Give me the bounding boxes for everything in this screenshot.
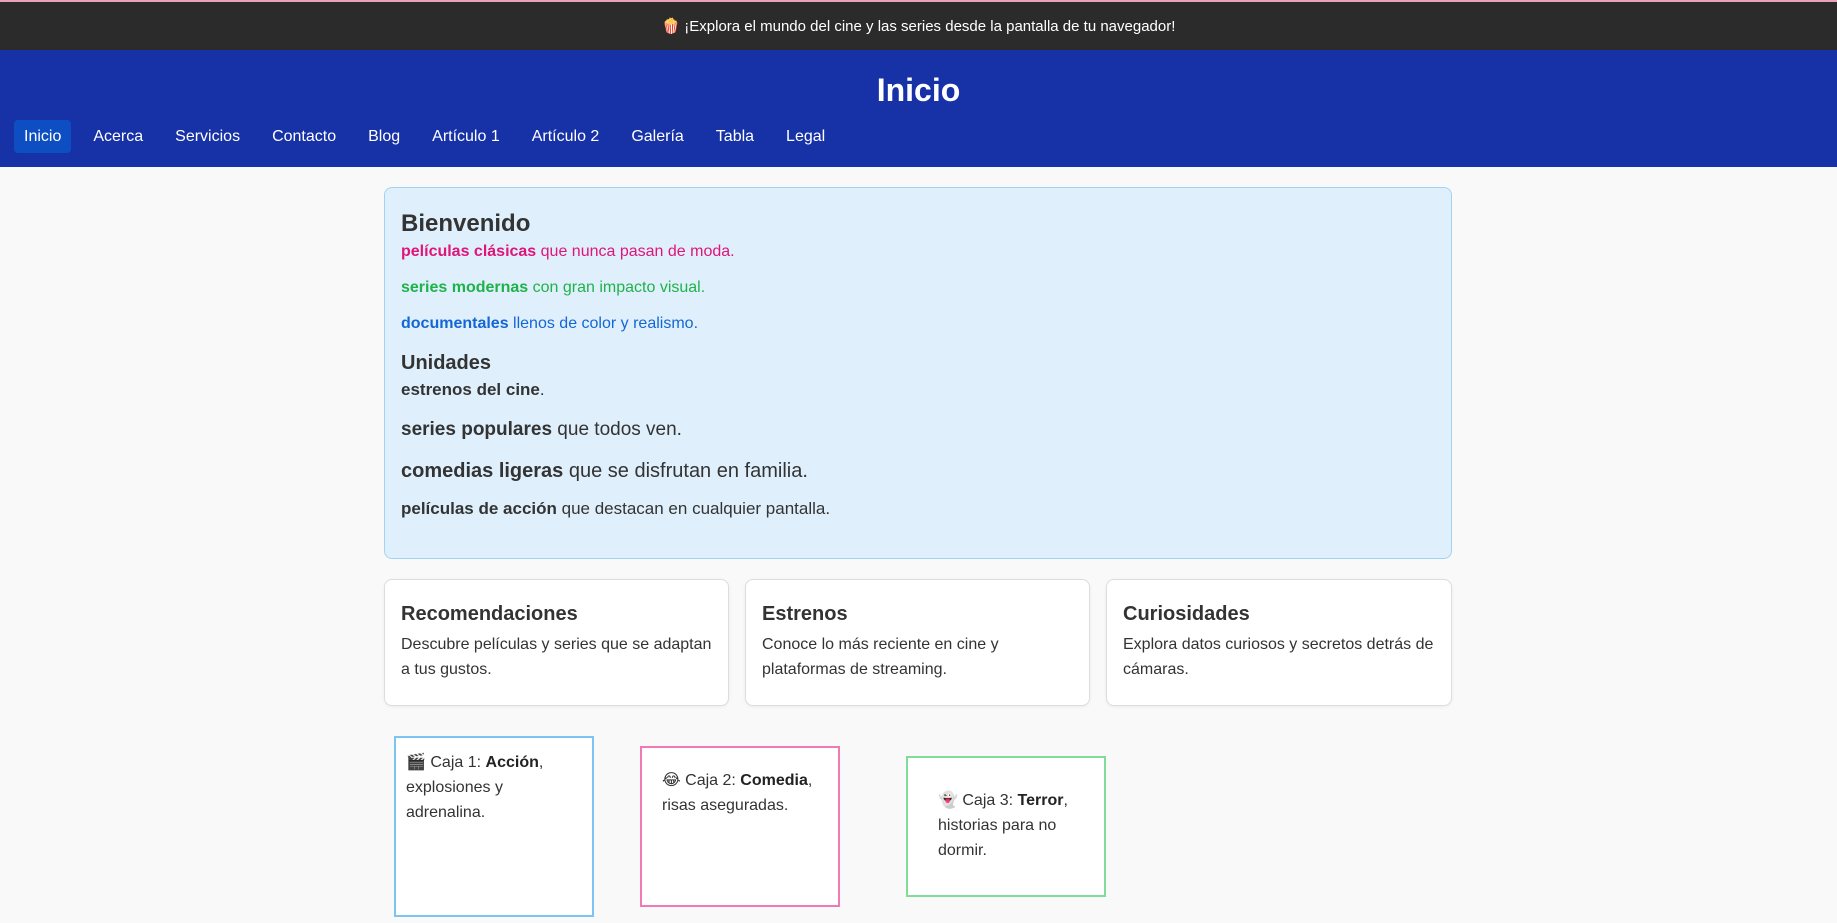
box-prefix: Caja 3: [962, 792, 1018, 809]
nav-item-acerca[interactable]: Acerca [83, 120, 153, 153]
unit-line: series populares que todos ven. [401, 417, 1435, 443]
genre-line-documentaries: documentales llenos de color y realismo. [401, 314, 1435, 334]
laughing-face-icon: 😂 [662, 772, 681, 789]
nav-item-articulo-1[interactable]: Artículo 1 [422, 120, 510, 153]
units-title: Unidades [401, 352, 492, 374]
box-strong: Acción [485, 754, 539, 771]
box-accion: 🎬 Caja 1: Acción, explosiones y adrenali… [394, 736, 594, 917]
box-prefix: Caja 1: [430, 754, 486, 771]
page-title: Inicio [876, 72, 961, 108]
unit-line: estrenos del cine. [401, 378, 1435, 402]
unit-line: películas de acción que destacan en cual… [401, 497, 1435, 521]
card-title: Estrenos [762, 603, 848, 625]
card-text: Conoce lo más reciente en cine y platafo… [762, 636, 999, 678]
popcorn-icon: 🍿 [661, 18, 681, 35]
genre-text: llenos de color y realismo. [508, 315, 699, 332]
site-header: Inicio Inicio Acerca Servicios Contacto … [0, 50, 1837, 167]
nav-item-articulo-2[interactable]: Artículo 2 [522, 120, 610, 153]
unit-text: que destacan en cualquier pantalla. [556, 499, 831, 518]
genre-strong: películas clásicas [401, 243, 537, 260]
announcement-text: ¡Explora el mundo del cine y las series … [684, 17, 1176, 35]
ghost-icon: 👻 [938, 792, 958, 809]
genre-strong: series modernas [401, 279, 529, 296]
box-comedia: 😂 Caja 2: Comedia, risas aseguradas. [640, 746, 840, 907]
card-curiosidades: Curiosidades Explora datos curiosos y se… [1106, 579, 1452, 706]
genre-text: que nunca pasan de moda. [536, 243, 735, 260]
card-recomendaciones: Recomendaciones Descubre películas y ser… [384, 579, 729, 706]
genre-line-series: series modernas con gran impacto visual. [401, 278, 1435, 298]
card-title: Recomendaciones [401, 603, 578, 625]
announcement-bar: 🍿 ¡Explora el mundo del cine y las serie… [0, 0, 1837, 50]
nav-item-blog[interactable]: Blog [358, 120, 410, 153]
clapperboard-icon: 🎬 [406, 754, 426, 771]
card-estrenos: Estrenos Conoce lo más reciente en cine … [745, 579, 1090, 706]
main-nav: Inicio Acerca Servicios Contacto Blog Ar… [14, 120, 847, 153]
box-prefix: Caja 2: [685, 772, 741, 789]
box-terror: 👻 Caja 3: Terror, historias para no dorm… [906, 756, 1106, 897]
unit-text: que se disfrutan en familia. [563, 460, 808, 482]
nav-item-tabla[interactable]: Tabla [706, 120, 764, 153]
unit-text: . [539, 380, 545, 399]
genre-strong: documentales [401, 315, 509, 332]
nav-item-servicios[interactable]: Servicios [165, 120, 250, 153]
unit-strong: estrenos del cine [401, 380, 540, 399]
card-text: Descubre películas y series que se adapt… [401, 636, 712, 678]
card-text: Explora datos curiosos y secretos detrás… [1123, 636, 1434, 678]
genre-text: con gran impacto visual. [528, 279, 706, 296]
unit-line: comedias ligeras que se disfrutan en fam… [401, 457, 1435, 485]
nav-item-galeria[interactable]: Galería [621, 120, 693, 153]
nav-item-inicio[interactable]: Inicio [14, 120, 72, 153]
genre-line-classics: películas clásicas que nunca pasan de mo… [401, 242, 1435, 262]
nav-item-contacto[interactable]: Contacto [262, 120, 346, 153]
unit-strong: series populares [401, 419, 553, 440]
unit-text: que todos ven. [552, 419, 682, 440]
box-strong: Terror [1017, 792, 1064, 809]
card-title: Curiosidades [1123, 603, 1250, 625]
unit-strong: comedias ligeras [401, 460, 564, 482]
welcome-panel: Bienvenido películas clásicas que nunca … [384, 187, 1452, 559]
nav-item-legal[interactable]: Legal [776, 120, 835, 153]
welcome-title: Bienvenido [401, 210, 531, 237]
box-strong: Comedia [740, 772, 808, 789]
unit-strong: películas de acción [401, 499, 557, 518]
